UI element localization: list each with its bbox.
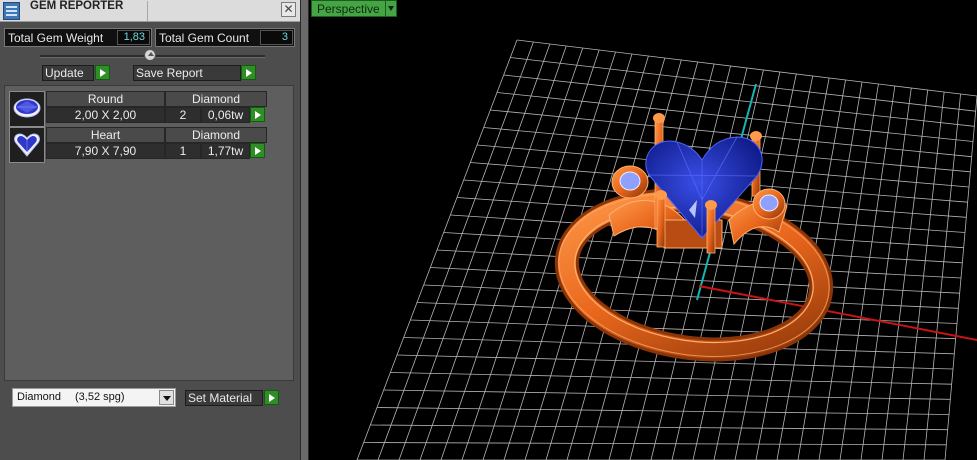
panel-splitter-handle[interactable] [144,49,156,61]
view-dropdown-arrow-icon[interactable] [385,0,397,17]
total-gem-weight-label: Total Gem Weight [8,31,104,45]
round-gem-icon [9,91,45,127]
set-material-go-button[interactable] [264,390,279,405]
gem-reporter-panel: GEM REPORTER ✕ Total Gem Weight 1,83 Tot… [0,0,300,460]
gem-material-cell: Diamond [165,127,267,143]
gem-shape-cell: Round [46,91,165,107]
close-button[interactable]: ✕ [281,2,296,17]
panel-title: GEM REPORTER [30,0,124,12]
set-material-button[interactable]: Set Material [185,390,263,406]
grid-line [390,372,952,385]
material-select[interactable]: Diamond (3,52 spg) [12,388,176,407]
grid-line [383,389,951,400]
gem-count-cell: 2 [165,107,201,123]
grid-line [516,39,977,97]
view-mode-label: Perspective [317,2,380,16]
close-icon: ✕ [283,2,294,16]
x-axis-line [698,285,977,341]
gem-count-cell: 1 [165,143,201,159]
ground-grid [356,39,977,460]
gem-row-round[interactable]: Round Diamond 2,00 X 2,00 2 0,06tw [9,91,269,129]
grid-line [376,407,950,415]
update-button[interactable]: Update [42,65,94,81]
gem-size-cell: 7,90 X 7,90 [46,143,165,159]
material-select-name: Diamond [17,391,62,403]
select-round-gems-button[interactable] [250,107,265,122]
gem-shape-cell: Heart [46,127,165,143]
grid-line [423,284,959,309]
save-report-go-button[interactable] [241,65,256,80]
3d-viewport[interactable]: Perspective [309,0,977,460]
titlebar-divider [147,1,148,21]
total-gem-count-value: 3 [260,30,293,45]
heart-gem-icon [9,127,45,163]
save-report-button[interactable]: Save Report [133,65,241,81]
total-gem-weight-value: 1,83 [117,30,150,45]
gem-material-cell: Diamond [165,91,267,107]
gem-weight-cell: 0,06tw [201,107,250,123]
update-go-button[interactable] [95,65,110,80]
material-select-sg: (3,52 spg) [75,391,125,403]
viewport-scene[interactable] [309,0,977,460]
round-gem-left [619,171,641,191]
panel-splitter[interactable] [300,0,309,460]
total-gem-weight-box: Total Gem Weight 1,83 [4,28,152,47]
gem-size-cell: 2,00 X 2,00 [46,107,165,123]
gem-weight-cell: 1,77tw [201,143,250,159]
chevron-down-icon[interactable] [159,390,174,405]
view-mode-button[interactable]: Perspective [311,0,397,17]
gem-reporter-app-icon [3,2,20,20]
select-heart-gems-button[interactable] [250,143,265,158]
total-gem-count-box: Total Gem Count 3 [155,28,295,47]
round-gem-right [759,194,779,212]
gem-row-heart[interactable]: Heart Diamond 7,90 X 7,90 1 1,77tw [9,127,269,165]
grid-line [436,249,962,279]
grid-line [510,57,976,112]
panel-titlebar[interactable]: GEM REPORTER ✕ [0,0,300,22]
ring-model [554,113,834,362]
grid-line [430,267,960,294]
total-gem-count-label: Total Gem Count [159,31,250,45]
